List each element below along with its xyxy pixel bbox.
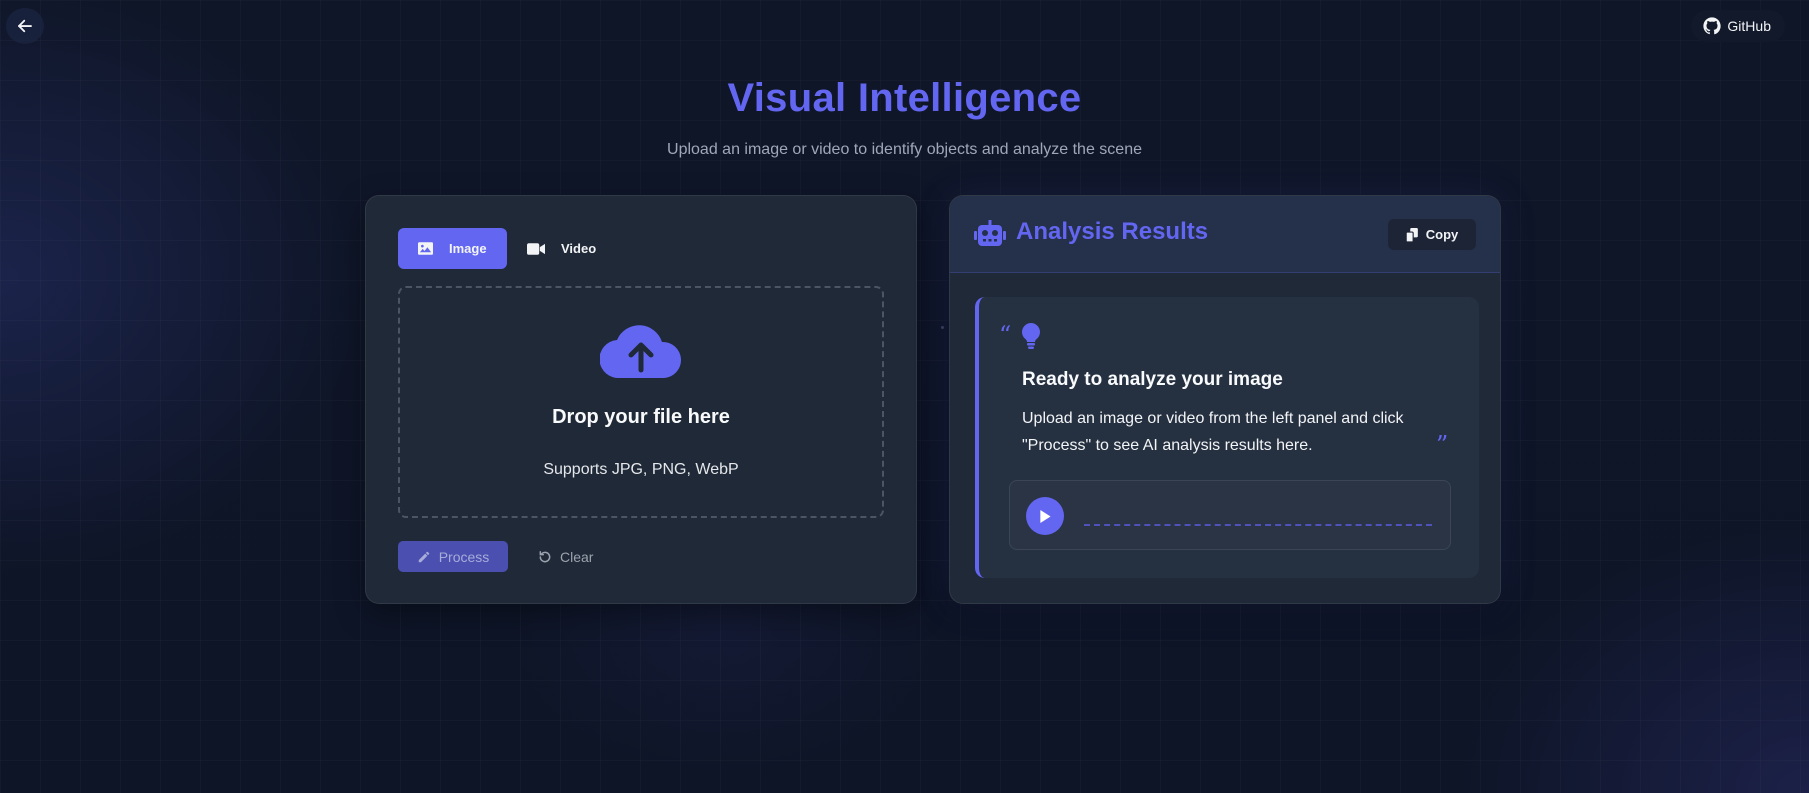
tab-image-label: Image: [449, 241, 487, 256]
play-icon: [1040, 509, 1051, 523]
lightbulb-icon: [1022, 323, 1040, 349]
audio-player: [1009, 480, 1451, 550]
audio-waveform[interactable]: [1084, 524, 1432, 526]
github-label: GitHub: [1727, 18, 1771, 34]
close-quote-mark: ”: [1436, 431, 1449, 459]
page-title: Visual Intelligence: [727, 76, 1082, 120]
arrow-left-icon: [18, 19, 32, 33]
cloud-upload-icon: [600, 325, 682, 379]
results-title: Analysis Results: [1016, 218, 1209, 245]
decorative-dot: [941, 326, 944, 329]
video-icon: [527, 242, 545, 255]
results-panel: Analysis Results Copy “ Ready to analyze…: [949, 195, 1501, 604]
undo-icon: [539, 550, 551, 562]
github-button[interactable]: GitHub: [1691, 10, 1785, 42]
page-subtitle: Upload an image or video to identify obj…: [667, 141, 1142, 158]
image-icon: [418, 242, 433, 255]
card-title: Ready to analyze your image: [1022, 369, 1283, 390]
copy-button[interactable]: Copy: [1388, 219, 1476, 250]
tab-video[interactable]: Video: [511, 228, 616, 269]
process-label: Process: [438, 548, 490, 565]
clear-button[interactable]: Clear: [530, 541, 601, 572]
dropzone-subtitle: Supports JPG, PNG, WebP: [543, 461, 739, 478]
card-text: Upload an image or video from the left p…: [1022, 410, 1404, 454]
copy-icon: [1405, 227, 1418, 242]
upload-panel: Image Video Drop your file here Supports…: [365, 195, 917, 604]
media-tabs: Image Video: [398, 228, 616, 269]
file-dropzone[interactable]: Drop your file here Supports JPG, PNG, W…: [398, 286, 884, 518]
back-button[interactable]: [6, 8, 44, 44]
play-button[interactable]: [1026, 497, 1064, 535]
upload-actions: Process Clear: [398, 541, 601, 572]
open-quote-mark: “: [999, 321, 1012, 349]
github-icon: [1703, 17, 1722, 35]
robot-icon: [974, 220, 1006, 246]
process-button[interactable]: Process: [398, 541, 508, 572]
clear-label: Clear: [560, 548, 594, 565]
placeholder-card: “ Ready to analyze your image Upload an …: [975, 297, 1479, 578]
dropzone-title: Drop your file here: [552, 406, 730, 428]
pencil-icon: [418, 551, 429, 562]
results-header: Analysis Results Copy: [950, 196, 1500, 273]
tab-video-label: Video: [561, 241, 597, 256]
copy-label: Copy: [1425, 227, 1459, 242]
tab-image[interactable]: Image: [398, 228, 507, 269]
